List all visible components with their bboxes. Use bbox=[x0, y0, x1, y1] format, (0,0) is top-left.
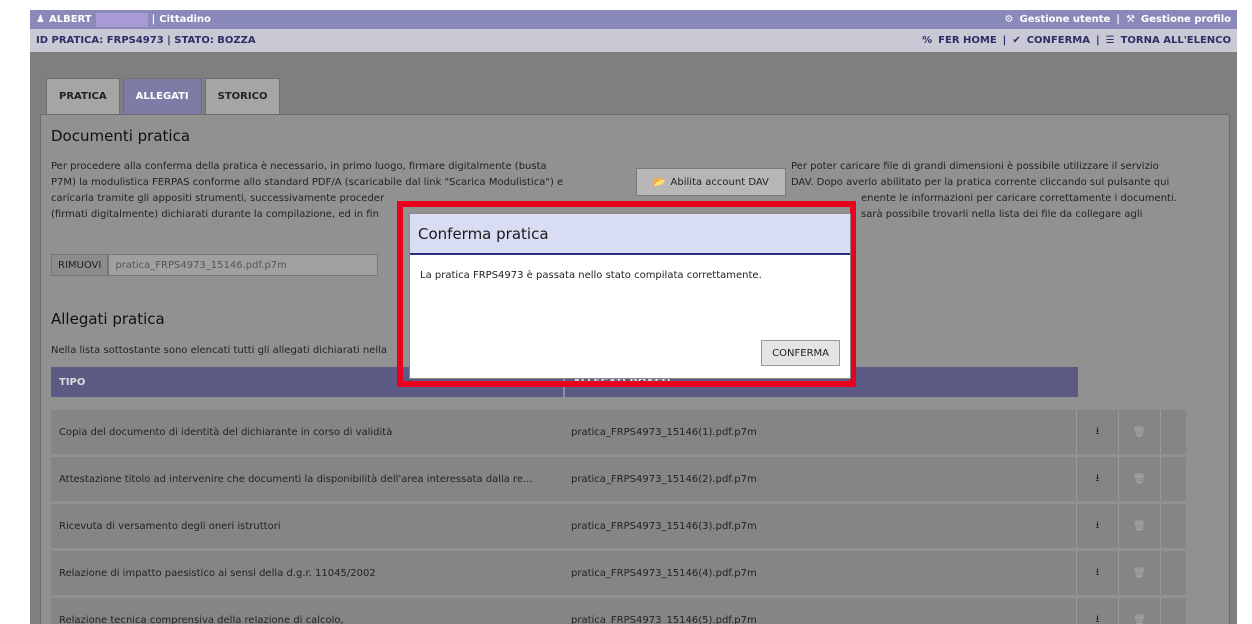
row-spacer bbox=[1160, 410, 1186, 454]
top-bar: ♟ ALBERT | Cittadino ⚙ Gestione utente |… bbox=[30, 10, 1237, 29]
row-spacer bbox=[1160, 457, 1186, 501]
download-icon[interactable]: ⭳ bbox=[1076, 457, 1118, 501]
user-role: Cittadino bbox=[159, 14, 211, 25]
trash-icon[interactable]: 🗑 bbox=[1118, 410, 1160, 454]
dialog-message: La pratica FRPS4973 è passata nello stat… bbox=[420, 270, 762, 281]
download-icon[interactable]: ⭳ bbox=[1076, 504, 1118, 548]
uploaded-file-name: pratica_FRPS4973_15146.pdf.p7m bbox=[108, 254, 379, 276]
download-icon[interactable]: ⭳ bbox=[1076, 598, 1118, 624]
gestione-profilo-link[interactable]: Gestione profilo bbox=[1141, 14, 1231, 25]
trash-icon[interactable]: 🗑 bbox=[1118, 551, 1160, 595]
trash-icon[interactable]: 🗑 bbox=[1118, 598, 1160, 624]
row-file: pratica_FRPS4973_15146(3).pdf.p7m bbox=[571, 520, 757, 532]
gear-icon: ⚙ bbox=[1004, 14, 1014, 25]
dialog-confirm-button[interactable]: CONFERMA bbox=[761, 340, 840, 366]
dialog-title: Conferma pratica bbox=[410, 214, 850, 255]
dav-line: DAV. Dopo averlo abilitato per la pratic… bbox=[791, 177, 1170, 188]
folder-icon: 📂 bbox=[653, 176, 666, 188]
row-file: pratica_FRPS4973_15146(2).pdf.p7m bbox=[571, 473, 757, 485]
tab-storico[interactable]: STORICO bbox=[204, 78, 281, 114]
abilita-dav-label: Abilita account DAV bbox=[670, 176, 769, 188]
rimuovi-button[interactable]: RIMUOVI bbox=[51, 254, 109, 276]
separator: | bbox=[1002, 35, 1007, 46]
row-tipo: Attestazione titolo ad intervenire che d… bbox=[59, 473, 533, 485]
instruction-line: Per procedere alla conferma della pratic… bbox=[51, 161, 547, 172]
uploaded-file-row: RIMUOVI pratica_FRPS4973_15146.pdf.p7m bbox=[51, 254, 379, 276]
tab-bar: PRATICA ALLEGATI STORICO bbox=[46, 78, 281, 114]
dav-line: Per poter caricare file di grandi dimens… bbox=[791, 161, 1159, 172]
redacted-name bbox=[95, 12, 148, 27]
trash-icon[interactable]: 🗑 bbox=[1118, 504, 1160, 548]
instruction-line: P7M) la modulistica FERPAS conforme allo… bbox=[51, 177, 564, 188]
row-tipo: Relazione di impatto paesistico ai sensi… bbox=[59, 567, 376, 579]
table-row: Ricevuta di versamento degli oneri istru… bbox=[51, 504, 1186, 548]
separator: | bbox=[1095, 35, 1100, 46]
table-row: Copia del documento di identità del dich… bbox=[51, 410, 1186, 454]
separator: | bbox=[151, 14, 156, 25]
row-spacer bbox=[1160, 598, 1186, 624]
gestione-utente-link[interactable]: Gestione utente bbox=[1020, 14, 1111, 25]
table-row: Relazione di impatto paesistico ai sensi… bbox=[51, 551, 1186, 595]
documenti-title: Documenti pratica bbox=[51, 127, 191, 145]
abilita-dav-button[interactable]: 📂 Abilita account DAV bbox=[636, 168, 786, 196]
row-tipo: Ricevuta di versamento degli oneri istru… bbox=[59, 520, 281, 532]
check-icon: ✔ bbox=[1012, 35, 1021, 46]
link-icon: % bbox=[922, 35, 933, 46]
wrench-icon: ⚒ bbox=[1125, 14, 1135, 25]
table-row: Relazione tecnica comprensiva della rela… bbox=[51, 598, 1186, 624]
torna-elenco-link[interactable]: TORNA ALL'ELENCO bbox=[1121, 35, 1231, 46]
separator: | bbox=[1116, 14, 1120, 25]
tab-allegati[interactable]: ALLEGATI bbox=[122, 78, 202, 114]
row-file: pratica_FRPS4973_15146(1).pdf.p7m bbox=[571, 426, 757, 438]
practice-id-status: ID PRATICA: FRPS4973 | STATO: BOZZA bbox=[36, 35, 256, 46]
fer-home-link[interactable]: FER HOME bbox=[938, 35, 997, 46]
table-row: Attestazione titolo ad intervenire che d… bbox=[51, 457, 1186, 501]
allegati-title: Allegati pratica bbox=[51, 310, 165, 328]
download-icon[interactable]: ⭳ bbox=[1076, 551, 1118, 595]
row-spacer bbox=[1160, 551, 1186, 595]
user-icon: ♟ bbox=[36, 14, 45, 25]
conferma-link[interactable]: CONFERMA bbox=[1027, 35, 1090, 46]
tab-pratica[interactable]: PRATICA bbox=[46, 78, 120, 114]
conferma-dialog: Conferma pratica La pratica FRPS4973 è p… bbox=[409, 213, 851, 379]
row-tipo: Copia del documento di identità del dich… bbox=[59, 426, 393, 438]
row-spacer bbox=[1160, 504, 1186, 548]
row-file: pratica_FRPS4973_15146(4).pdf.p7m bbox=[571, 567, 757, 579]
practice-bar: ID PRATICA: FRPS4973 | STATO: BOZZA % FE… bbox=[30, 29, 1237, 52]
allegati-intro: Nella lista sottostante sono elencati tu… bbox=[51, 345, 388, 356]
trash-icon[interactable]: 🗑 bbox=[1118, 457, 1160, 501]
row-file: pratica_FRPS4973_15146(5).pdf.p7m bbox=[571, 614, 757, 624]
download-icon[interactable]: ⭳ bbox=[1076, 410, 1118, 454]
row-tipo: Relazione tecnica comprensiva della rela… bbox=[59, 614, 344, 624]
list-icon: ☰ bbox=[1105, 35, 1115, 46]
user-name: ALBERT bbox=[48, 14, 92, 25]
